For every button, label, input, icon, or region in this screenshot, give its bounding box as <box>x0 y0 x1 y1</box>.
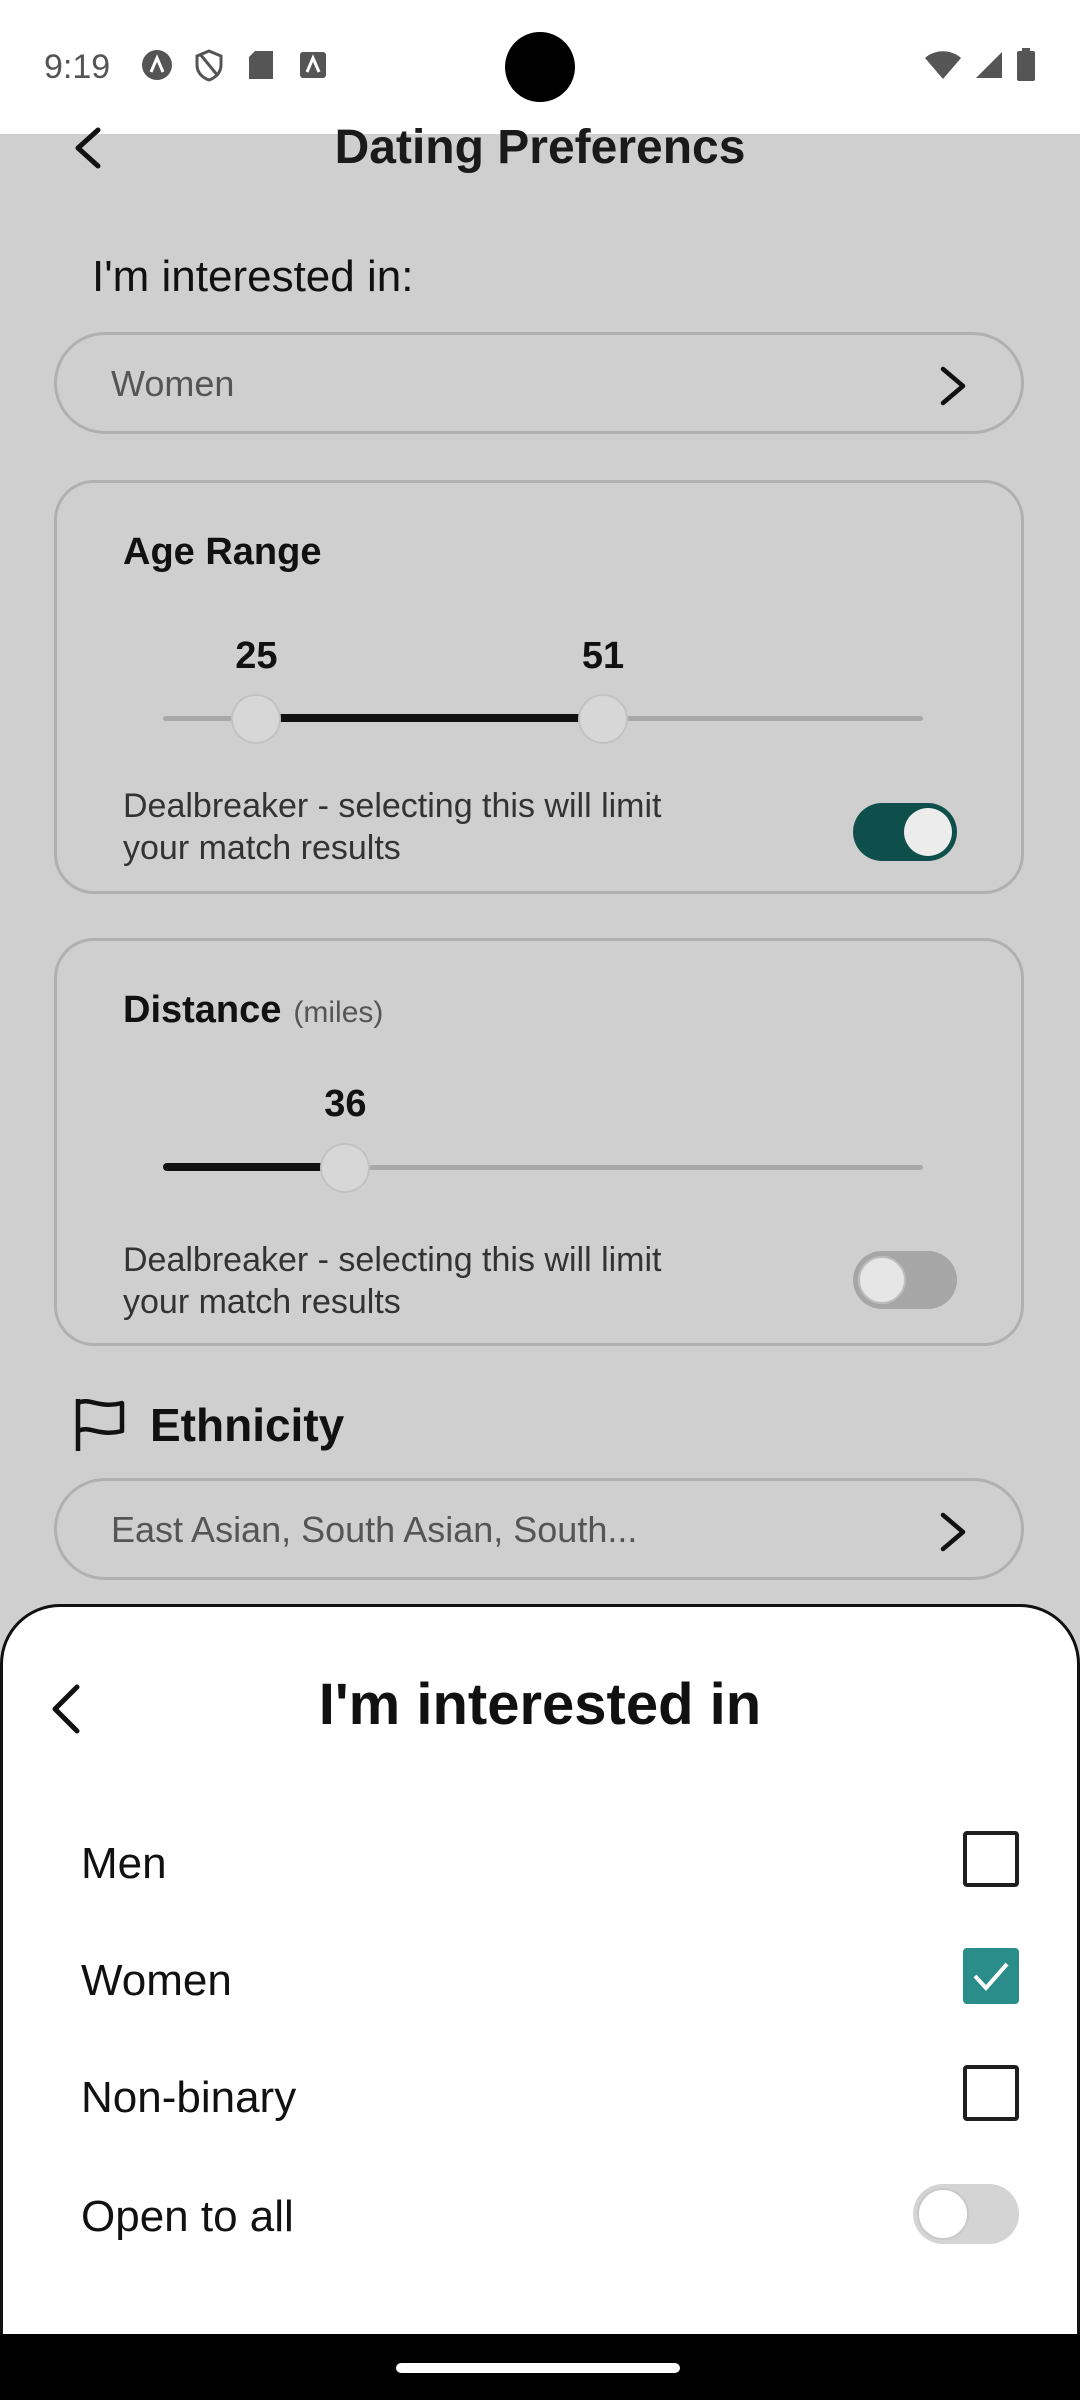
option-label: Open to all <box>81 2192 294 2241</box>
page-title: Dating Preferencs <box>334 121 746 174</box>
battery-icon <box>1016 48 1036 87</box>
age-min-value: 25 <box>235 635 278 677</box>
option-non-binary[interactable]: Non-binary <box>79 2051 1019 2141</box>
sd-card-icon <box>244 48 278 82</box>
option-label: Non-binary <box>81 2073 297 2122</box>
distance-card: Distance (miles) 36 Dealbreaker - selecti… <box>54 938 1024 1346</box>
sheet-title: I'm interested in <box>318 1672 762 1737</box>
non-binary-checkbox[interactable] <box>963 2065 1019 2121</box>
distance-dealbreaker-text: Dealbreaker - selecting this will limit … <box>123 1241 662 1321</box>
toggle-knob <box>858 1256 906 1304</box>
ethnicity-value: East Asian, South Asian, South... <box>111 1509 638 1550</box>
interested-in-sheet: I'm interested in Men Women Non-binary O… <box>0 1604 1080 2334</box>
checkmark-icon <box>973 1962 1009 1991</box>
interested-in-label: I'm interested in: <box>92 252 414 301</box>
age-max-thumb[interactable] <box>578 694 628 744</box>
interested-in-value: Women <box>111 363 235 404</box>
status-time: 9:19 <box>44 48 111 86</box>
distance-dealbreaker-toggle[interactable] <box>853 1251 957 1309</box>
status-left-icons <box>140 48 330 82</box>
option-men[interactable]: Men <box>79 1817 1019 1907</box>
open-to-all-toggle[interactable] <box>913 2184 1019 2244</box>
men-checkbox[interactable] <box>963 1831 1019 1887</box>
status-right-icons <box>924 48 1036 87</box>
age-max-value: 51 <box>581 635 625 677</box>
option-label: Women <box>81 1956 232 2005</box>
distance-value: 36 <box>324 1083 367 1125</box>
chevron-right-icon <box>940 366 966 406</box>
ethnicity-label: Ethnicity <box>150 1399 345 1451</box>
flag-icon <box>75 1399 125 1451</box>
distance-thumb[interactable] <box>320 1143 371 1193</box>
option-label: Men <box>81 1839 167 1888</box>
option-open-to-all[interactable]: Open to all <box>79 2170 1019 2260</box>
age-dealbreaker-toggle[interactable] <box>853 803 957 861</box>
age-range-title: Age Range <box>123 531 322 573</box>
age-slider-range <box>256 714 603 722</box>
option-women[interactable]: Women <box>79 1934 1019 2024</box>
distance-unit: (miles) <box>293 996 384 1029</box>
chevron-right-icon <box>940 1512 966 1552</box>
ethnicity-header: Ethnicity <box>72 1395 344 1455</box>
signal-icon <box>974 50 1004 85</box>
a-square-icon <box>296 48 330 82</box>
women-checkbox[interactable] <box>963 1948 1019 2004</box>
toggle-knob <box>917 2188 969 2240</box>
distance-title-text: Distance <box>123 989 282 1031</box>
age-dealbreaker-text: Dealbreaker - selecting this will limit … <box>123 787 662 867</box>
age-range-card: Age Range 25 51 Dealbreaker - selecting … <box>54 480 1024 894</box>
ethnicity-selector[interactable]: East Asian, South Asian, South... <box>54 1478 1024 1580</box>
distance-slider-range <box>163 1163 346 1171</box>
header: Dating Preferencs <box>0 110 1080 190</box>
home-indicator[interactable] <box>396 2363 680 2373</box>
age-min-thumb[interactable] <box>231 694 282 744</box>
assistant-icon <box>140 48 174 82</box>
distance-title: Distance (miles) <box>123 989 383 1032</box>
interested-in-selector[interactable]: Women <box>54 332 1024 434</box>
wifi-icon <box>924 50 962 85</box>
toggle-knob <box>904 808 952 856</box>
front-camera <box>505 32 575 102</box>
shield-icon <box>192 48 226 82</box>
